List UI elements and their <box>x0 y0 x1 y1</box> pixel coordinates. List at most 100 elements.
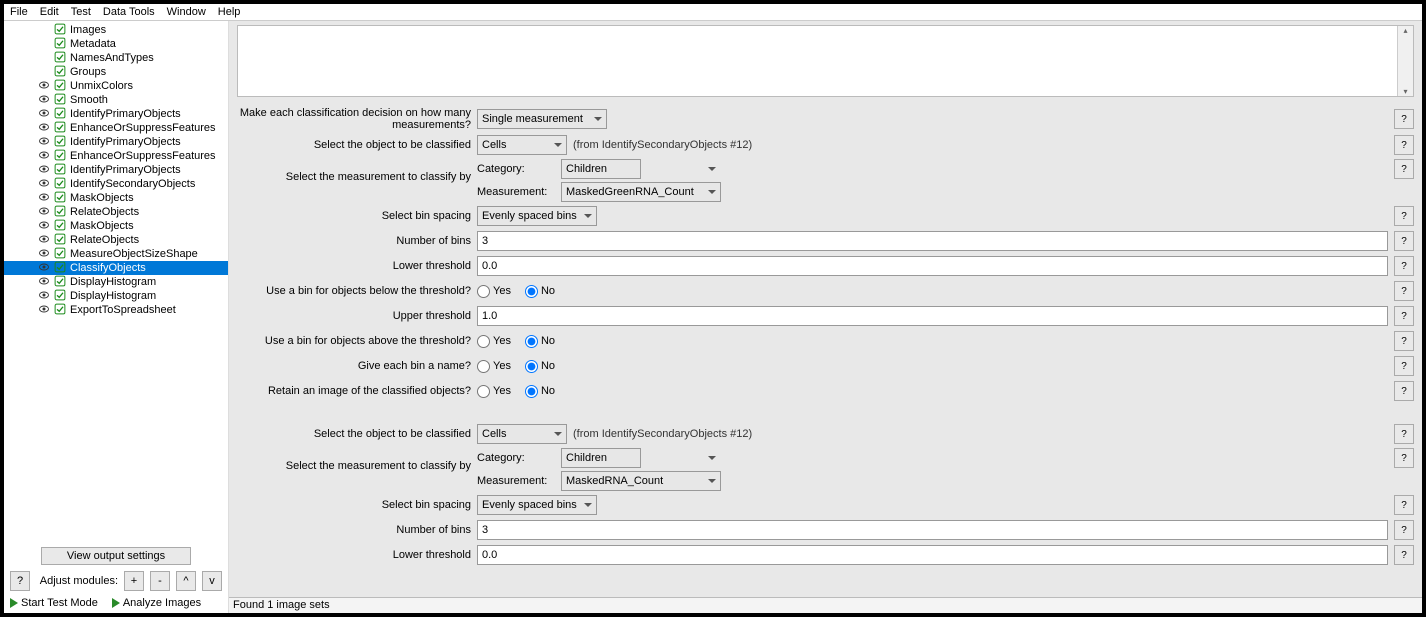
module-item[interactable]: MeasureObjectSizeShape <box>4 247 228 261</box>
check-icon[interactable] <box>54 177 66 192</box>
menu-test[interactable]: Test <box>71 6 91 18</box>
help-button[interactable]: ? <box>1394 356 1414 376</box>
add-module-button[interactable]: + <box>124 571 144 591</box>
select-bin-spacing-2[interactable]: Evenly spaced bins <box>477 495 597 515</box>
help-button[interactable]: ? <box>1394 495 1414 515</box>
help-button[interactable]: ? <box>1394 448 1414 468</box>
module-list[interactable]: ImagesMetadataNamesAndTypesGroupsUnmixCo… <box>4 21 228 543</box>
radio-below-no[interactable]: No <box>525 285 555 298</box>
eye-icon[interactable] <box>38 205 50 220</box>
check-icon[interactable] <box>54 303 66 318</box>
radio-below-yes[interactable]: Yes <box>477 285 511 298</box>
module-item[interactable]: UnmixColors <box>4 79 228 93</box>
module-item[interactable]: IdentifyPrimaryObjects <box>4 107 228 121</box>
module-item[interactable]: IdentifyPrimaryObjects <box>4 163 228 177</box>
eye-icon[interactable] <box>38 163 50 178</box>
move-down-button[interactable]: v <box>202 571 222 591</box>
check-icon[interactable] <box>54 191 66 206</box>
module-item[interactable]: Metadata <box>4 37 228 51</box>
module-item[interactable]: IdentifyPrimaryObjects <box>4 135 228 149</box>
check-icon[interactable] <box>54 289 66 304</box>
input-lower-threshold-2[interactable] <box>477 545 1388 565</box>
input-num-bins-2[interactable] <box>477 520 1388 540</box>
radio-retain-yes[interactable]: Yes <box>477 385 511 398</box>
help-button[interactable]: ? <box>1394 381 1414 401</box>
help-button[interactable]: ? <box>1394 545 1414 565</box>
check-icon[interactable] <box>54 51 66 66</box>
help-button[interactable]: ? <box>1394 256 1414 276</box>
check-icon[interactable] <box>54 93 66 108</box>
menu-data-tools[interactable]: Data Tools <box>103 6 155 18</box>
eye-icon[interactable] <box>38 93 50 108</box>
help-button[interactable]: ? <box>1394 281 1414 301</box>
help-button[interactable]: ? <box>1394 135 1414 155</box>
help-button[interactable]: ? <box>1394 159 1414 179</box>
check-icon[interactable] <box>54 205 66 220</box>
help-button[interactable]: ? <box>1394 520 1414 540</box>
module-item[interactable]: DisplayHistogram <box>4 289 228 303</box>
check-icon[interactable] <box>54 135 66 150</box>
help-button[interactable]: ? <box>1394 231 1414 251</box>
help-button[interactable]: ? <box>1394 331 1414 351</box>
eye-icon[interactable] <box>38 275 50 290</box>
eye-icon[interactable] <box>38 177 50 192</box>
select-classification-measurements[interactable]: Single measurement <box>477 109 607 129</box>
module-item[interactable]: Images <box>4 23 228 37</box>
check-icon[interactable] <box>54 79 66 94</box>
module-item[interactable]: Smooth <box>4 93 228 107</box>
check-icon[interactable] <box>54 23 66 38</box>
select-category[interactable]: Children <box>561 159 641 179</box>
module-item[interactable]: EnhanceOrSuppressFeatures <box>4 121 228 135</box>
eye-icon[interactable] <box>38 107 50 122</box>
menu-file[interactable]: File <box>10 6 28 18</box>
module-item[interactable]: IdentifySecondaryObjects <box>4 177 228 191</box>
module-item[interactable]: Groups <box>4 65 228 79</box>
eye-icon[interactable] <box>38 79 50 94</box>
eye-icon[interactable] <box>38 261 50 276</box>
check-icon[interactable] <box>54 261 66 276</box>
help-button[interactable]: ? <box>1394 424 1414 444</box>
radio-above-no[interactable]: No <box>525 335 555 348</box>
check-icon[interactable] <box>54 149 66 164</box>
eye-icon[interactable] <box>38 289 50 304</box>
check-icon[interactable] <box>54 107 66 122</box>
module-item[interactable]: ClassifyObjects <box>4 261 228 275</box>
settings-panel[interactable]: Make each classification decision on how… <box>229 103 1422 597</box>
module-item[interactable]: RelateObjects <box>4 233 228 247</box>
eye-icon[interactable] <box>38 191 50 206</box>
eye-icon[interactable] <box>38 121 50 136</box>
radio-retain-no[interactable]: No <box>525 385 555 398</box>
help-button[interactable]: ? <box>1394 109 1414 129</box>
input-num-bins[interactable] <box>477 231 1388 251</box>
module-item[interactable]: DisplayHistogram <box>4 275 228 289</box>
module-item[interactable]: EnhanceOrSuppressFeatures <box>4 149 228 163</box>
eye-icon[interactable] <box>38 233 50 248</box>
notes-scrollbar[interactable]: ▴▾ <box>1397 26 1413 96</box>
eye-icon[interactable] <box>38 303 50 318</box>
menu-edit[interactable]: Edit <box>40 6 59 18</box>
module-item[interactable]: RelateObjects <box>4 205 228 219</box>
start-test-button[interactable]: Start Test Mode <box>10 597 98 609</box>
module-item[interactable]: NamesAndTypes <box>4 51 228 65</box>
help-button[interactable]: ? <box>1394 206 1414 226</box>
select-category-2[interactable]: Children <box>561 448 641 468</box>
check-icon[interactable] <box>54 37 66 52</box>
check-icon[interactable] <box>54 275 66 290</box>
input-upper-threshold[interactable] <box>477 306 1388 326</box>
module-item[interactable]: ExportToSpreadsheet <box>4 303 228 317</box>
eye-icon[interactable] <box>38 219 50 234</box>
eye-icon[interactable] <box>38 149 50 164</box>
eye-icon[interactable] <box>38 135 50 150</box>
check-icon[interactable] <box>54 163 66 178</box>
analyze-images-button[interactable]: Analyze Images <box>112 597 201 609</box>
move-up-button[interactable]: ^ <box>176 571 196 591</box>
module-item[interactable]: MaskObjects <box>4 219 228 233</box>
input-lower-threshold[interactable] <box>477 256 1388 276</box>
radio-name-yes[interactable]: Yes <box>477 360 511 373</box>
module-item[interactable]: MaskObjects <box>4 191 228 205</box>
menu-window[interactable]: Window <box>167 6 206 18</box>
eye-icon[interactable] <box>38 247 50 262</box>
menu-help[interactable]: Help <box>218 6 241 18</box>
select-bin-spacing[interactable]: Evenly spaced bins <box>477 206 597 226</box>
select-measurement[interactable]: MaskedGreenRNA_Count <box>561 182 721 202</box>
